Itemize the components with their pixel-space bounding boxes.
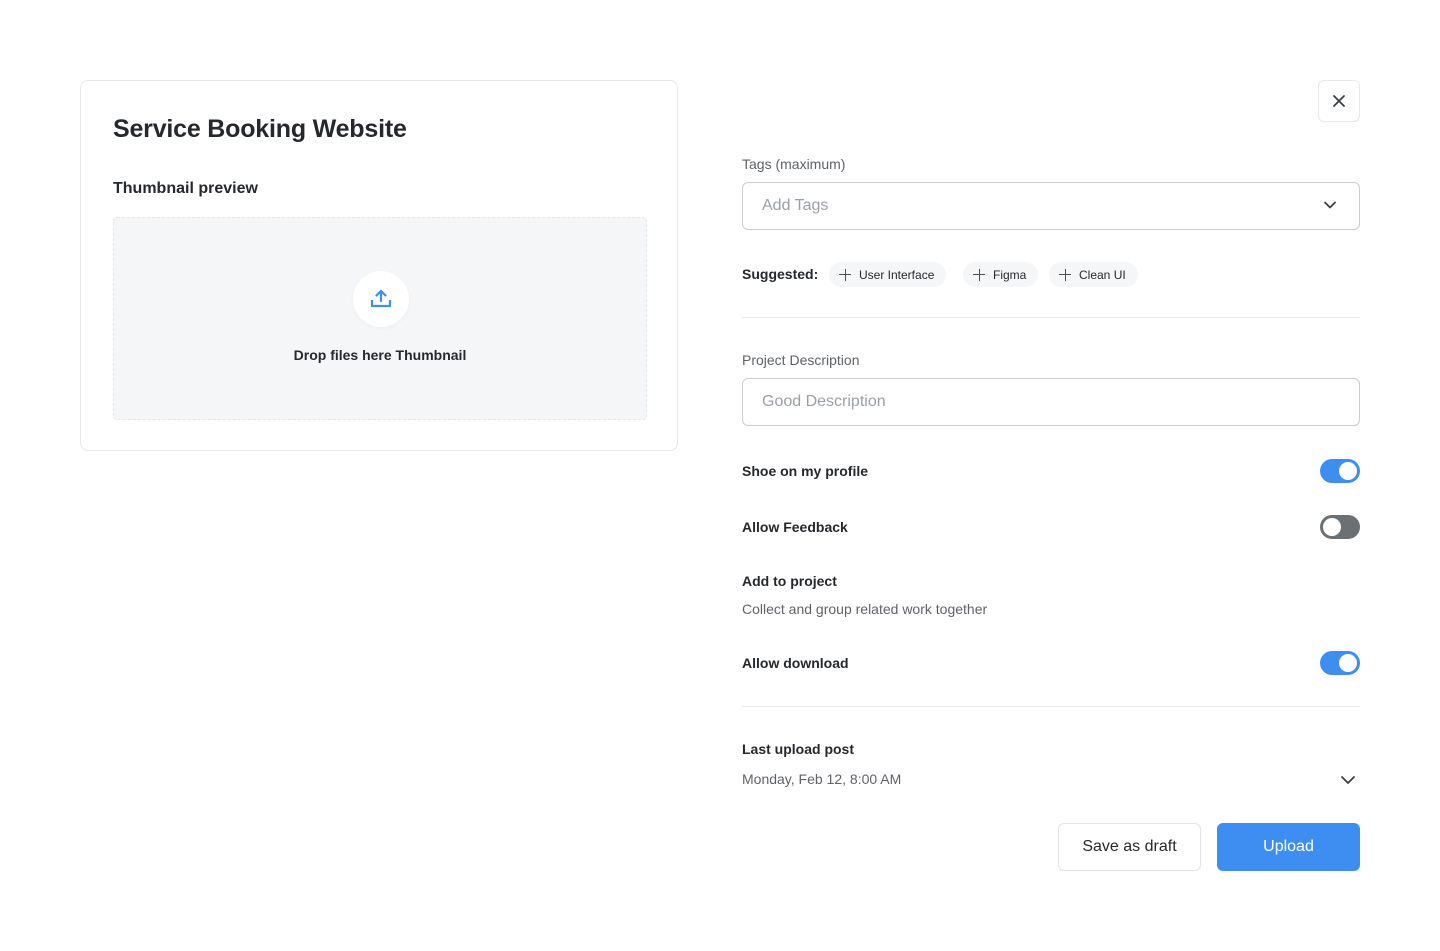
save-draft-button[interactable]: Save as draft <box>1058 823 1201 871</box>
upload-submit-button[interactable]: Upload <box>1217 823 1360 871</box>
suggested-chip-figma[interactable]: Figma <box>963 262 1039 287</box>
toggle-knob <box>1323 518 1341 536</box>
suggested-chip-user-interface[interactable]: User Interface <box>829 262 947 287</box>
project-title: Service Booking Website <box>113 115 407 143</box>
chevron-down-icon <box>1341 776 1355 784</box>
allow-feedback-label: Allow Feedback <box>742 519 848 535</box>
allow-feedback-toggle[interactable] <box>1320 515 1360 539</box>
tags-select[interactable]: Add Tags <box>742 182 1360 230</box>
last-upload-date: Monday, Feb 12, 8:00 AM <box>742 771 902 787</box>
allow-download-toggle[interactable] <box>1320 651 1360 675</box>
plus-icon <box>839 268 851 281</box>
tags-placeholder: Add Tags <box>762 197 829 214</box>
chip-label: Figma <box>993 267 1027 282</box>
thumbnail-preview-label: Thumbnail preview <box>113 180 258 197</box>
description-label: Project Description <box>742 352 860 368</box>
add-to-project-description: Collect and group related work together <box>742 601 988 617</box>
add-to-project-label: Add to project <box>742 573 837 589</box>
chevron-down-icon <box>1324 201 1336 209</box>
tags-label: Tags (maximum) <box>742 156 846 172</box>
chip-label: Clean UI <box>1079 267 1126 282</box>
plus-icon <box>973 268 985 281</box>
suggested-chip-clean-ui[interactable]: Clean UI <box>1049 262 1138 287</box>
divider <box>742 706 1360 707</box>
description-input[interactable]: Good Description <box>742 378 1360 426</box>
allow-download-label: Allow download <box>742 655 849 671</box>
last-upload-label: Last upload post <box>742 741 854 757</box>
toggle-knob <box>1339 654 1357 672</box>
plus-icon <box>1059 268 1071 281</box>
toggle-knob <box>1339 462 1357 480</box>
chip-label: User Interface <box>859 267 935 282</box>
upload-button[interactable] <box>353 271 409 327</box>
suggested-label: Suggested: <box>742 266 819 282</box>
show-profile-label: Shoe on my profile <box>742 463 869 479</box>
divider <box>742 317 1360 318</box>
dropzone-text: Drop files here Thumbnail <box>293 347 467 363</box>
close-icon <box>1333 95 1345 107</box>
thumbnail-dropzone[interactable]: Drop files here Thumbnail <box>113 217 647 420</box>
close-button[interactable] <box>1318 80 1360 122</box>
last-upload-expand-button[interactable] <box>1340 773 1356 791</box>
description-placeholder: Good Description <box>762 393 886 410</box>
show-profile-toggle[interactable] <box>1320 459 1360 483</box>
upload-tray-icon <box>370 289 392 308</box>
thumbnail-card: Service Booking Website Thumbnail previe… <box>80 80 678 451</box>
